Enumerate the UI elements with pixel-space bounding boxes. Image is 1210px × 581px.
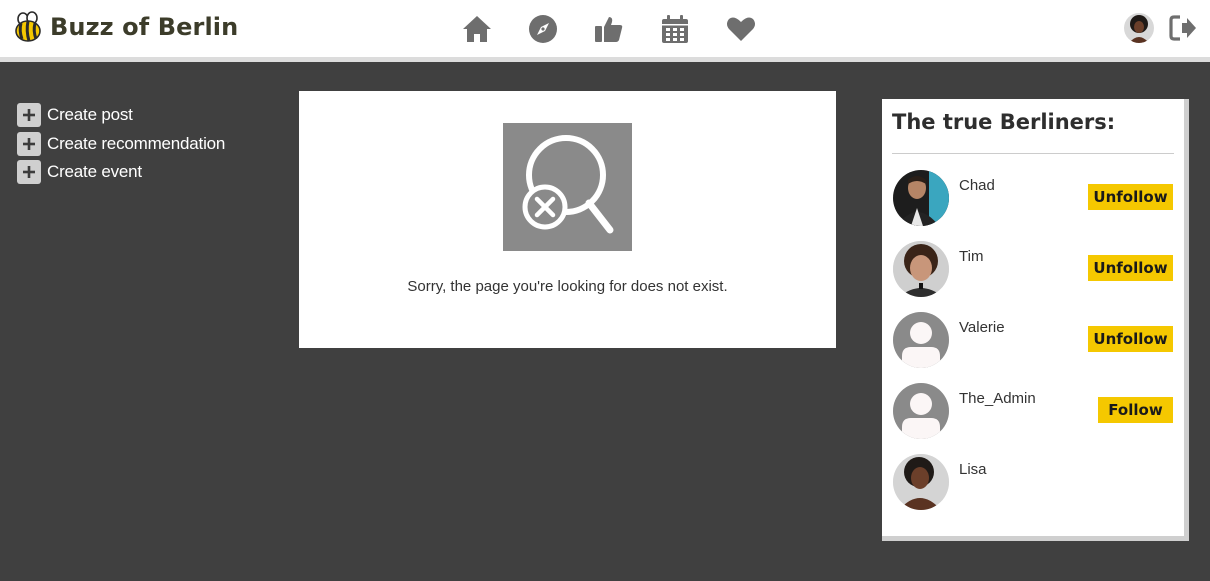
not-found-image: [503, 123, 632, 251]
bee-logo-icon: [15, 11, 41, 42]
panel-title: The true Berliners:: [892, 110, 1116, 134]
default-avatar-icon: [893, 312, 949, 368]
avatar[interactable]: [1124, 13, 1154, 43]
plus-icon: [17, 131, 41, 156]
calendar-icon: [662, 15, 688, 43]
divider: [892, 153, 1174, 154]
thumbs-up-icon: [595, 17, 623, 42]
user-row: Valerie Unfollow: [893, 312, 1173, 368]
avatar[interactable]: [893, 454, 949, 510]
berliners-panel: The true Berliners: Chad Unfollow Tim Un…: [882, 99, 1189, 541]
create-post-label: Create post: [47, 105, 133, 125]
plus-icon: [17, 103, 41, 128]
profile-photo-icon: [893, 241, 949, 297]
create-event-label: Create event: [47, 162, 142, 182]
profile-photo-icon: [1124, 13, 1154, 43]
profile-photo-icon: [893, 454, 949, 510]
default-avatar-icon: [893, 383, 949, 439]
user-row: Tim Unfollow: [893, 241, 1173, 297]
search-not-found-icon: [522, 135, 614, 234]
compass-icon: [529, 15, 557, 43]
user-row: Lisa: [893, 454, 1173, 510]
home-icon: [463, 16, 491, 42]
nav-events[interactable]: [658, 12, 692, 46]
profile-photo-icon: [893, 170, 949, 226]
unfollow-button[interactable]: Unfollow: [1088, 255, 1173, 281]
header-user-area: [1124, 12, 1198, 44]
not-found-card: Sorry, the page you're looking for does …: [299, 91, 836, 348]
create-post-button[interactable]: Create post: [17, 101, 225, 130]
unfollow-button[interactable]: Unfollow: [1088, 326, 1173, 352]
user-name[interactable]: Chad: [959, 177, 995, 194]
avatar[interactable]: [893, 312, 949, 368]
user-name[interactable]: Tim: [959, 248, 983, 265]
nav-recommendations[interactable]: [592, 12, 626, 46]
unfollow-button[interactable]: Unfollow: [1088, 184, 1173, 210]
plus-icon: [17, 160, 41, 185]
top-navbar: Buzz of Berlin: [0, 0, 1210, 62]
main-nav: [460, 12, 790, 46]
avatar[interactable]: [893, 383, 949, 439]
nav-explore[interactable]: [526, 12, 560, 46]
follow-button[interactable]: Follow: [1098, 397, 1173, 423]
create-recommendation-label: Create recommendation: [47, 133, 226, 153]
user-name[interactable]: The_Admin: [959, 390, 1036, 407]
nav-home[interactable]: [460, 12, 494, 46]
nav-favorites[interactable]: [724, 12, 758, 46]
sign-out-icon[interactable]: [1168, 13, 1198, 43]
create-recommendation-button[interactable]: Create recommendation: [17, 130, 225, 159]
create-event-button[interactable]: Create event: [17, 158, 225, 187]
heart-icon: [727, 17, 755, 41]
user-name[interactable]: Valerie: [959, 319, 1005, 336]
user-row: The_Admin Follow: [893, 383, 1173, 439]
user-row: Chad Unfollow: [893, 170, 1173, 226]
brand-name: Buzz of Berlin: [50, 13, 239, 41]
not-found-message: Sorry, the page you're looking for does …: [407, 278, 728, 295]
avatar[interactable]: [893, 170, 949, 226]
brand[interactable]: Buzz of Berlin: [12, 10, 238, 44]
create-actions: Create post Create recommendation Create…: [17, 101, 225, 187]
user-name[interactable]: Lisa: [959, 461, 987, 478]
avatar[interactable]: [893, 241, 949, 297]
